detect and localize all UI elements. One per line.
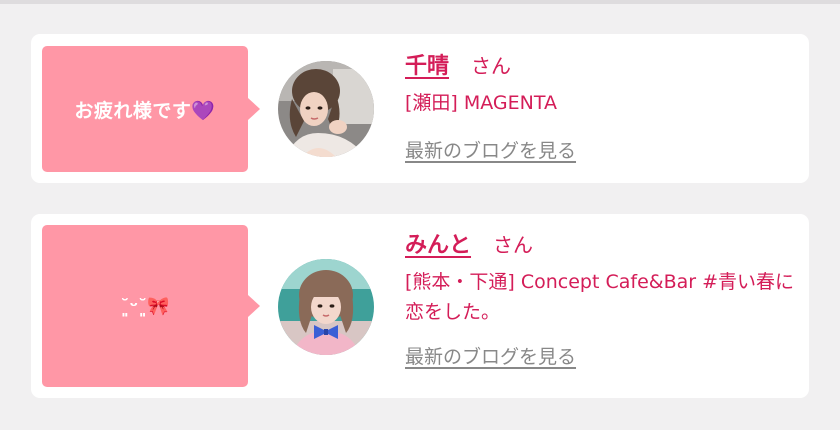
user-photo-icon[interactable] (278, 61, 374, 157)
message-text: お疲れ様です💜 (74, 99, 216, 122)
cast-name-link[interactable]: みんと (405, 227, 471, 259)
message-bubble: ˘͈ᵕ˘͈🎀 (42, 225, 260, 387)
message-text: ˘͈ᵕ˘͈🎀 (120, 295, 170, 317)
user-photo-icon[interactable] (278, 259, 374, 355)
cast-name-link[interactable]: 千晴 (405, 48, 449, 80)
message-card: ˘͈ᵕ˘͈🎀 みんと さん [熊本・下通] Concept Cafe&Bar #… (31, 214, 809, 398)
top-divider (0, 0, 840, 4)
message-card: お疲れ様です💜 千晴 さん [瀬田] MAGENTA 最新のブログを見る (31, 34, 809, 183)
shop-name: [瀬田] MAGENTA (405, 92, 557, 114)
latest-blog-link[interactable]: 最新のブログを見る (405, 342, 576, 369)
message-bubble: お疲れ様です💜 (42, 46, 260, 172)
cast-info: みんと さん [熊本・下通] Concept Cafe&Bar #青い春に恋をし… (405, 227, 795, 369)
cast-info: 千晴 さん [瀬田] MAGENTA 最新のブログを見る (405, 48, 795, 163)
shop-name: [熊本・下通] Concept Cafe&Bar #青い春に恋をした。 (405, 271, 795, 323)
honorific: さん (471, 54, 512, 78)
honorific: さん (493, 233, 534, 257)
latest-blog-link[interactable]: 最新のブログを見る (405, 136, 576, 163)
name-row: 千晴 さん (405, 48, 795, 82)
name-row: みんと さん (405, 227, 795, 261)
